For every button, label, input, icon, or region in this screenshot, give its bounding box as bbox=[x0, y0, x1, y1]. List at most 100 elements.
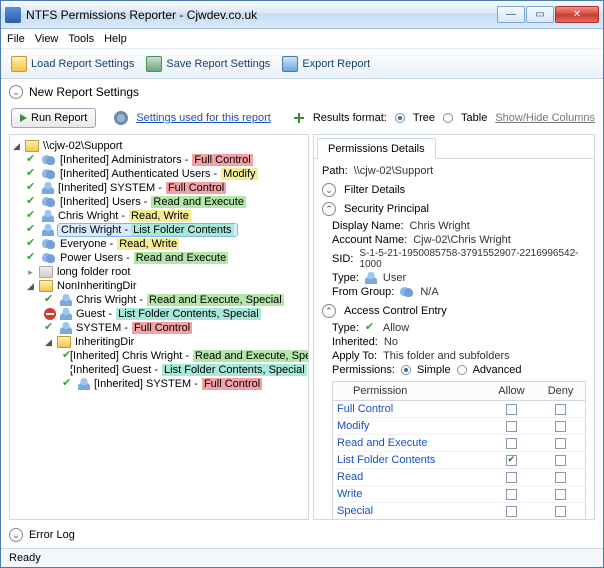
tree-row[interactable]: Chris Wright - Read and Execute, Special bbox=[44, 293, 306, 307]
permission-label: Full Control bbox=[166, 182, 226, 194]
principal-label: Guest - bbox=[76, 308, 112, 320]
security-principal-section[interactable]: ⌃Security Principal bbox=[322, 202, 586, 216]
folder-icon bbox=[11, 56, 27, 72]
menu-view[interactable]: View bbox=[35, 33, 59, 45]
table-row[interactable]: Write bbox=[333, 486, 586, 503]
table-row[interactable]: Special bbox=[333, 503, 586, 520]
tree-row[interactable]: [Inherited] SYSTEM - Full Control bbox=[26, 181, 306, 195]
menu-file[interactable]: File bbox=[7, 33, 25, 45]
allow-checkbox[interactable] bbox=[506, 404, 517, 415]
table-row[interactable]: Read bbox=[333, 469, 586, 486]
deny-checkbox[interactable] bbox=[555, 421, 566, 432]
path-label: Path: bbox=[322, 165, 348, 177]
export-report-button[interactable]: Export Report bbox=[276, 53, 376, 75]
tree-row[interactable]: [Inherited] Guest - List Folder Contents… bbox=[62, 363, 306, 377]
tree-row[interactable]: [Inherited] SYSTEM - Full Control bbox=[62, 377, 306, 391]
tree-folder[interactable]: NonInheritingDir bbox=[26, 279, 306, 293]
principal-label: [Inherited] Users - bbox=[60, 196, 147, 208]
tree-row-selected[interactable]: Chris Wright - List Folder Contents bbox=[26, 223, 306, 237]
tree-folder[interactable]: long folder root bbox=[26, 265, 306, 279]
chevron-icon: ⌃ bbox=[322, 202, 336, 216]
tree-row[interactable]: [Inherited] Chris Wright - Read and Exec… bbox=[62, 349, 306, 363]
tab-permissions-details[interactable]: Permissions Details bbox=[317, 138, 436, 159]
expand-icon[interactable] bbox=[12, 142, 21, 151]
advanced-radio[interactable] bbox=[457, 365, 467, 375]
save-settings-button[interactable]: Save Report Settings bbox=[140, 53, 276, 75]
allow-checkbox[interactable] bbox=[506, 455, 517, 466]
load-settings-label: Load Report Settings bbox=[31, 58, 134, 70]
allow-icon bbox=[26, 238, 38, 250]
menu-tools[interactable]: Tools bbox=[68, 33, 94, 45]
tree-root[interactable]: \\cjw-02\Support bbox=[12, 139, 306, 153]
tree-row[interactable]: Power Users - Read and Execute bbox=[26, 251, 306, 265]
details-tabs: Permissions Details bbox=[314, 135, 594, 159]
toolbar: Load Report Settings Save Report Setting… bbox=[1, 49, 603, 79]
table-row[interactable]: List Folder Contents bbox=[333, 452, 586, 469]
permission-label: Full Control bbox=[202, 378, 262, 390]
folder-icon bbox=[25, 140, 39, 152]
deny-checkbox[interactable] bbox=[555, 506, 566, 517]
permission-label: List Folder Contents, Special bbox=[162, 364, 307, 376]
allow-icon bbox=[26, 210, 38, 222]
chevron-icon: ⌄ bbox=[322, 183, 336, 197]
allow-icon bbox=[62, 378, 74, 390]
table-row[interactable]: Full Control bbox=[333, 401, 586, 418]
filter-details-section[interactable]: ⌄Filter Details bbox=[322, 183, 586, 197]
allow-checkbox[interactable] bbox=[506, 421, 517, 432]
expand-icon[interactable] bbox=[26, 268, 35, 277]
tree-pane[interactable]: \\cjw-02\Support [Inherited] Administrat… bbox=[9, 134, 309, 520]
settings-used-link[interactable]: Settings used for this report bbox=[136, 112, 271, 124]
menu-help[interactable]: Help bbox=[104, 33, 127, 45]
deny-checkbox[interactable] bbox=[555, 404, 566, 415]
simple-radio[interactable] bbox=[401, 365, 411, 375]
principal-label: [Inherited] SYSTEM - bbox=[58, 182, 162, 194]
permission-label: List Folder Contents bbox=[131, 224, 233, 236]
title-bar: NTFS Permissions Reporter - Cjwdev.co.uk… bbox=[1, 1, 603, 29]
user-icon bbox=[78, 378, 90, 390]
tree-radio[interactable] bbox=[395, 113, 405, 123]
tree-row[interactable]: SYSTEM - Full Control bbox=[44, 321, 306, 335]
maximize-button[interactable]: ▭ bbox=[526, 6, 554, 23]
th-deny: Deny bbox=[536, 382, 585, 401]
allow-checkbox[interactable] bbox=[506, 472, 517, 483]
minimize-button[interactable]: — bbox=[497, 6, 525, 23]
permission-name: Special bbox=[333, 503, 487, 520]
permission-label: Read and Execute, Special bbox=[193, 350, 309, 362]
close-button[interactable]: ✕ bbox=[555, 6, 599, 23]
run-report-button[interactable]: Run Report bbox=[11, 108, 96, 128]
table-radio[interactable] bbox=[443, 113, 453, 123]
tree-row[interactable]: Guest - List Folder Contents, Special bbox=[44, 307, 306, 321]
allow-checkbox[interactable] bbox=[506, 438, 517, 449]
show-hide-columns-link[interactable]: Show/Hide Columns bbox=[495, 112, 595, 124]
ace-section[interactable]: ⌃Access Control Entry bbox=[322, 304, 586, 318]
error-log-section[interactable]: ⌄ Error Log bbox=[1, 522, 603, 548]
allow-checkbox[interactable] bbox=[506, 489, 517, 500]
new-report-section[interactable]: ⌄ New Report Settings bbox=[1, 79, 603, 105]
principal-label: [Inherited] Administrators - bbox=[60, 154, 188, 166]
tree-row[interactable]: Chris Wright - Read, Write bbox=[26, 209, 306, 223]
run-report-label: Run Report bbox=[31, 112, 87, 124]
deny-checkbox[interactable] bbox=[555, 472, 566, 483]
load-settings-button[interactable]: Load Report Settings bbox=[5, 53, 140, 75]
deny-checkbox[interactable] bbox=[555, 438, 566, 449]
window-title: NTFS Permissions Reporter - Cjwdev.co.uk bbox=[26, 8, 496, 22]
folder-label: NonInheritingDir bbox=[57, 280, 136, 292]
tree-row[interactable]: [Inherited] Administrators - Full Contro… bbox=[26, 153, 306, 167]
deny-checkbox[interactable] bbox=[555, 455, 566, 466]
tree-row[interactable]: [Inherited] Users - Read and Execute bbox=[26, 195, 306, 209]
allow-checkbox[interactable] bbox=[506, 506, 517, 517]
user-icon bbox=[60, 294, 72, 306]
tree-folder[interactable]: InheritingDir bbox=[44, 335, 306, 349]
folder-icon bbox=[57, 336, 71, 348]
table-radio-label: Table bbox=[461, 112, 487, 124]
plus-icon bbox=[293, 112, 305, 124]
table-row[interactable]: Read and Execute bbox=[333, 435, 586, 452]
tree-row[interactable]: [Inherited] Authenticated Users - Modify bbox=[26, 167, 306, 181]
expand-icon[interactable] bbox=[26, 282, 35, 291]
deny-checkbox[interactable] bbox=[555, 489, 566, 500]
tree-row[interactable]: Everyone - Read, Write bbox=[26, 237, 306, 251]
table-row[interactable]: Modify bbox=[333, 418, 586, 435]
expand-icon[interactable] bbox=[44, 338, 53, 347]
user-icon bbox=[42, 224, 54, 236]
chevron-icon: ⌄ bbox=[9, 528, 23, 542]
